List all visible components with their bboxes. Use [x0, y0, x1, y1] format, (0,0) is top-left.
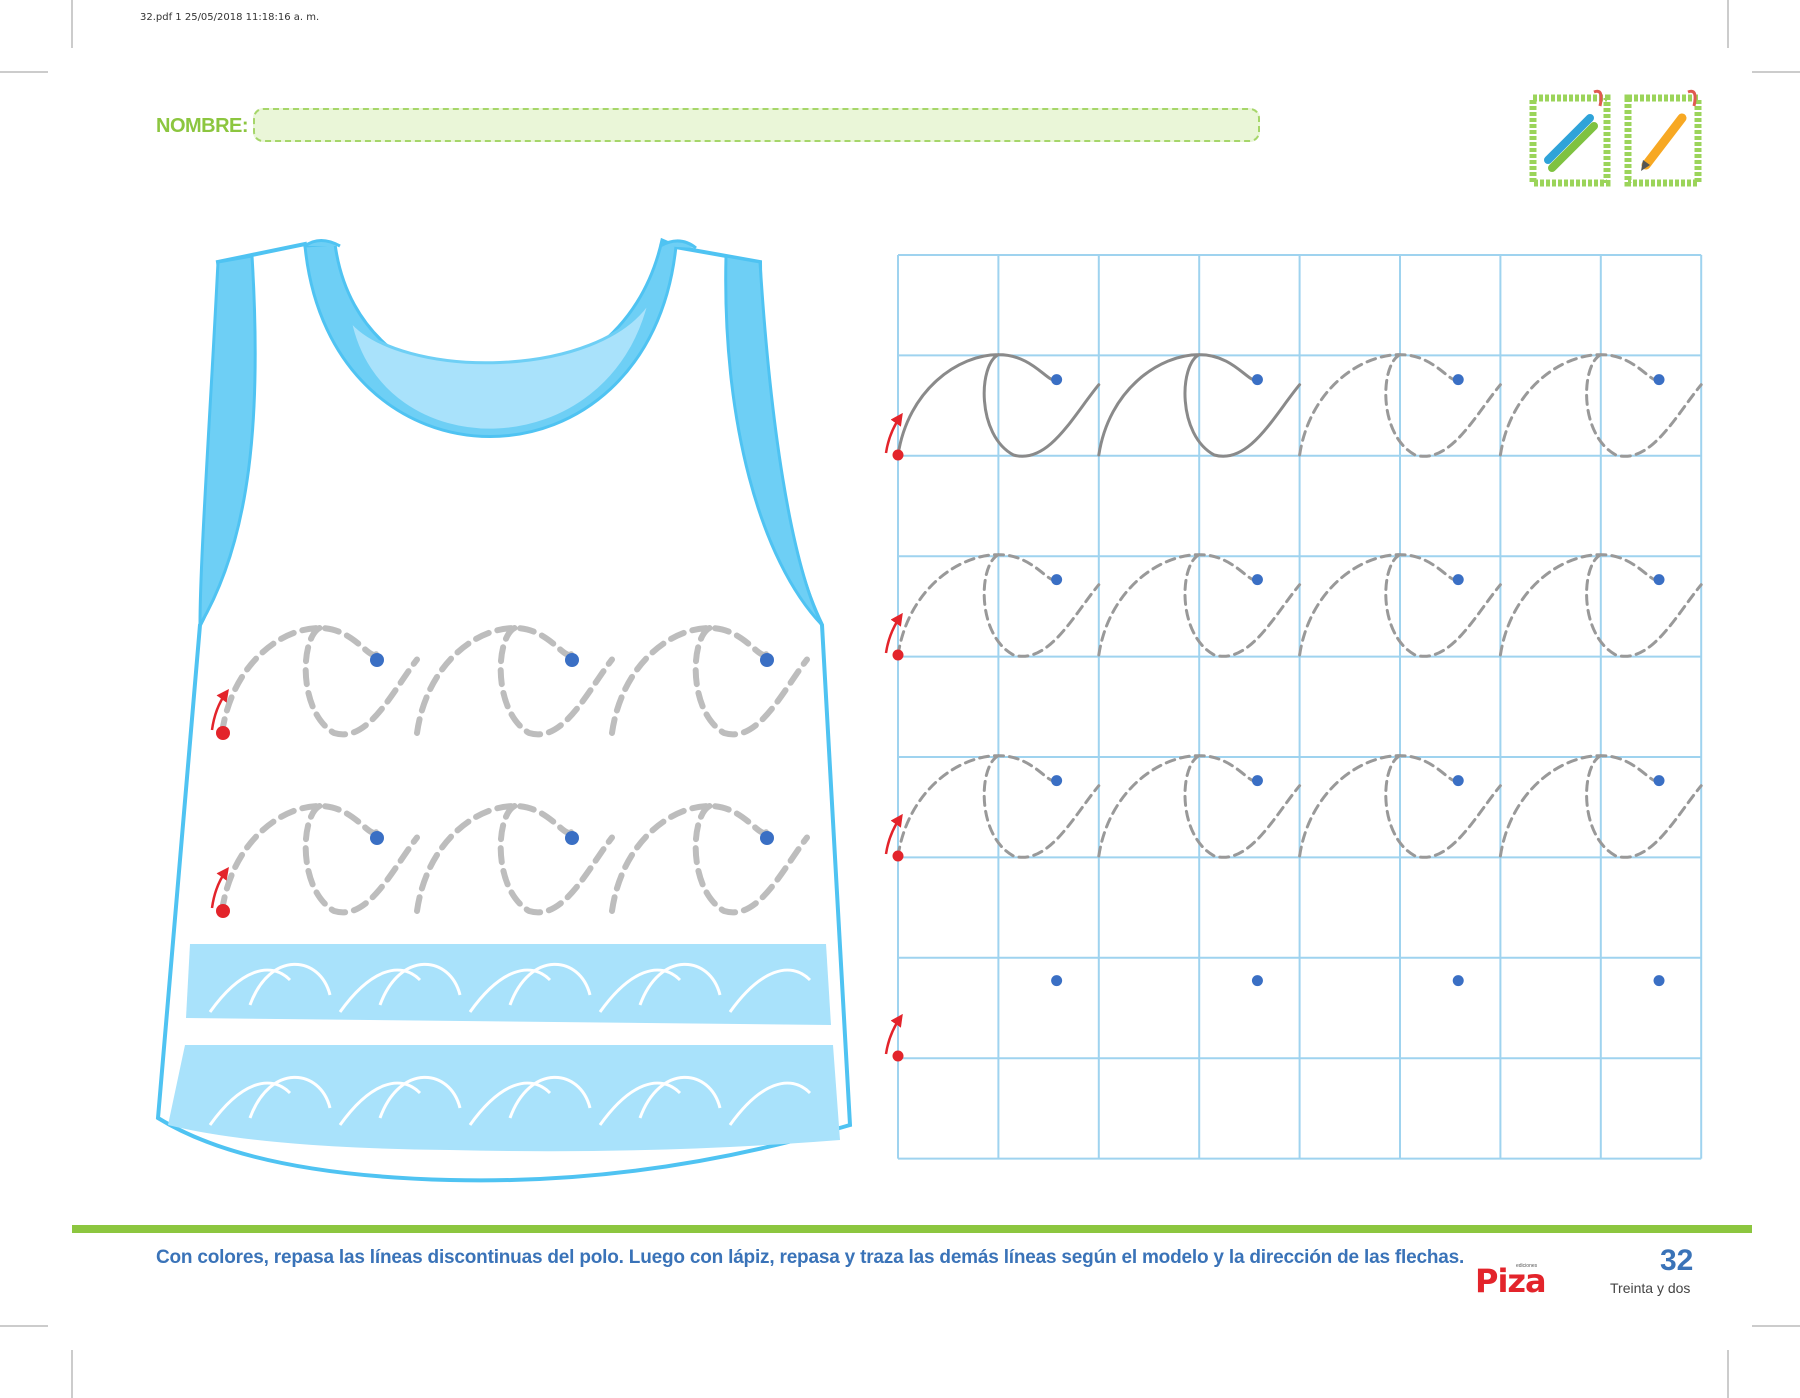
instruction-text: Con colores, repasa las líneas discontin… — [156, 1247, 1465, 1268]
wave-end-dot — [1051, 574, 1063, 586]
tracing-grid — [897, 254, 1703, 1160]
wave-end-dot — [1452, 775, 1464, 787]
wave-end-dot — [1251, 775, 1263, 787]
wave-end-dot — [1452, 975, 1464, 987]
worksheet-canvas — [0, 0, 1800, 1398]
wave-end-dot — [1452, 374, 1464, 386]
wave-end-dot — [760, 653, 774, 667]
wave-end-dot — [1653, 775, 1665, 787]
wave-end-dot — [1653, 374, 1665, 386]
page-number: 32 — [1660, 1244, 1694, 1277]
start-dot — [892, 449, 904, 461]
wave-end-dot — [370, 653, 384, 667]
start-dot — [216, 726, 230, 740]
colored-pencils-icon — [1529, 89, 1611, 187]
tank-top-illustration — [155, 237, 853, 1183]
wave-end-dot — [1051, 975, 1063, 987]
footer-rule — [72, 1225, 1752, 1233]
wave-end-dot — [1653, 574, 1665, 586]
wave-end-dot — [565, 831, 579, 845]
print-info: 32.pdf 1 25/05/2018 11:18:16 a. m. — [140, 12, 320, 23]
start-dot — [892, 649, 904, 661]
wave-end-dot — [1251, 574, 1263, 586]
name-field[interactable] — [253, 108, 1260, 142]
wave-end-dot — [1251, 975, 1263, 987]
pencil-icon — [1624, 89, 1702, 187]
wave-end-dot — [1251, 374, 1263, 386]
start-dot — [892, 850, 904, 862]
page-number-words: Treinta y dos — [1610, 1280, 1691, 1296]
wave-end-dot — [1051, 374, 1063, 386]
start-dot — [892, 1050, 904, 1062]
wave-end-dot — [1452, 574, 1464, 586]
grid-wave-traces — [884, 353, 1703, 1062]
wave-end-dot — [760, 831, 774, 845]
brand-logo: Piza — [1475, 1262, 1547, 1300]
start-dot — [216, 904, 230, 918]
wave-end-dot — [370, 831, 384, 845]
name-label: NOMBRE: — [156, 115, 249, 137]
wave-end-dot — [565, 653, 579, 667]
wave-end-dot — [1051, 775, 1063, 787]
wave-end-dot — [1653, 975, 1665, 987]
